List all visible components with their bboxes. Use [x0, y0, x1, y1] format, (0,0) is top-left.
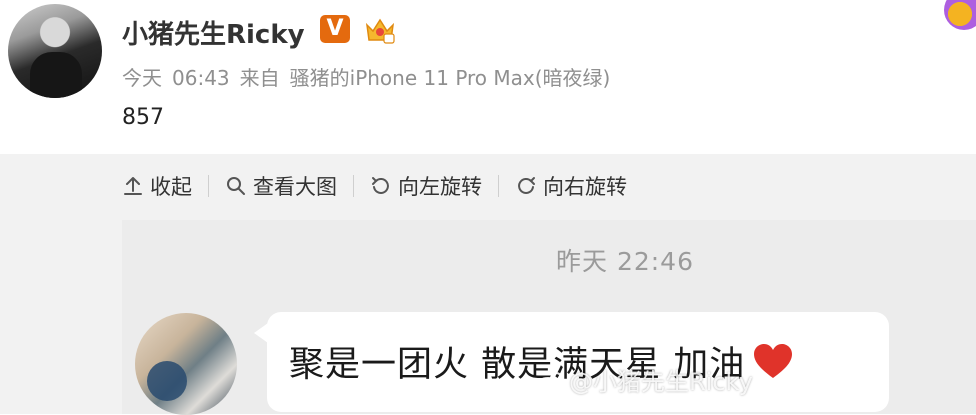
collapse-label: 收起: [150, 175, 192, 199]
corner-decoration-icon: [944, 0, 976, 30]
toolbar-divider: [353, 175, 354, 197]
arrow-up-icon: [124, 177, 142, 195]
rotate-right-icon: [518, 177, 535, 194]
view-large-button[interactable]: 查看大图: [225, 171, 337, 201]
post-source[interactable]: 骚猪的iPhone 11 Pro Max(暗夜绿): [290, 66, 611, 90]
bubble-tail: [254, 323, 268, 343]
toolbar-divider: [498, 175, 499, 197]
rotate-left-button[interactable]: 向左旋转: [370, 171, 482, 201]
weibo-logo-icon: [536, 372, 563, 393]
chat-timestamp: 昨天 22:46: [556, 247, 694, 276]
search-icon: [227, 177, 245, 195]
rotate-left-label: 向左旋转: [398, 175, 482, 199]
post-time[interactable]: 06:43: [172, 66, 230, 90]
view-large-label: 查看大图: [253, 175, 337, 199]
user-avatar[interactable]: [8, 4, 102, 98]
vip-badge-icon[interactable]: V: [320, 15, 350, 43]
post-text: 857: [122, 105, 164, 130]
heart-icon: [754, 344, 793, 378]
rotate-left-icon: [372, 177, 389, 194]
post-day: 今天: [122, 66, 162, 90]
image-watermark: @小猪先生Ricky: [535, 362, 753, 397]
watermark-text: @小猪先生Ricky: [569, 368, 753, 396]
rotate-right-label: 向右旋转: [543, 175, 627, 199]
crown-member-icon[interactable]: [364, 15, 396, 45]
post-header: 小猪先生Ricky V 今天 06:43 来自 骚猪的iPhone 11 Pro Ma…: [0, 0, 976, 154]
chat-avatar: [135, 313, 237, 415]
rotate-right-button[interactable]: 向右旋转: [515, 171, 627, 201]
source-prefix: 来自: [239, 66, 280, 90]
toolbar-divider: [208, 175, 209, 197]
image-toolbar: 收起 查看大图 向左旋转 向右旋转: [122, 168, 627, 204]
username-link[interactable]: 小猪先生Ricky: [122, 14, 305, 51]
post-meta: 今天 06:43 来自 骚猪的iPhone 11 Pro Max(暗夜绿): [122, 62, 620, 91]
collapse-button[interactable]: 收起: [122, 171, 192, 201]
